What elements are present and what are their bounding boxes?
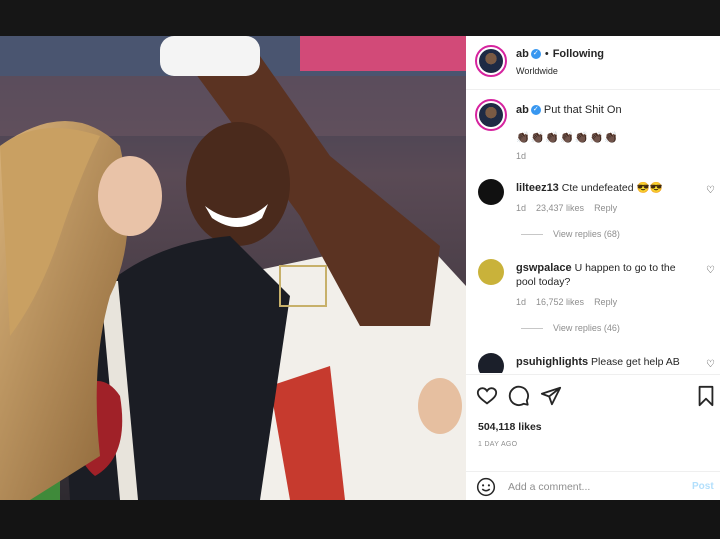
add-comment-input[interactable] (508, 478, 678, 496)
view-replies-label: View replies (68) (553, 229, 620, 239)
verified-icon: ✓ (530, 105, 541, 116)
likes-count[interactable]: 504,118 likes (478, 421, 542, 433)
post-location[interactable]: Worldwide (516, 66, 558, 76)
caption-emoji: 👏🏿👏🏿👏🏿👏🏿👏🏿👏🏿👏🏿 (516, 132, 619, 144)
comment-icon[interactable] (508, 385, 530, 412)
comment-username[interactable]: gswpalace (516, 262, 572, 274)
reply-button[interactable]: Reply (594, 203, 617, 213)
add-comment-row: Post (466, 471, 720, 501)
top-dark-band (0, 0, 720, 36)
comment-body: psuhighlights Please get help AB (516, 355, 696, 369)
bookmark-icon[interactable] (696, 385, 716, 412)
comments-list[interactable]: ab ✓ Put that Shit On 👏🏿👏🏿👏🏿👏🏿👏🏿👏🏿👏🏿 1d l… (466, 91, 720, 373)
caption-text-line: ab ✓ Put that Shit On (516, 104, 622, 116)
comment-body: lilteez13 Cte undefeated 😎😎 (516, 181, 696, 195)
post-photo[interactable] (0, 36, 466, 500)
post-photo-image (0, 36, 466, 500)
replies-line (521, 234, 543, 236)
view-replies-button[interactable]: View replies (46) (521, 323, 620, 333)
caption-text: Put that Shit On (543, 104, 622, 116)
verified-icon: ✓ (530, 49, 541, 60)
caption-age: 1d (516, 151, 527, 161)
caption-author-avatar[interactable] (475, 99, 507, 131)
following-button[interactable]: Following (553, 48, 604, 60)
replies-line (521, 328, 543, 330)
comment-meta: 1d 23,437 likes Reply (516, 203, 627, 213)
emoji-icon[interactable] (476, 477, 496, 502)
header-author-line: ab ✓ • Following (516, 48, 604, 60)
separator-dot: • (544, 48, 549, 60)
comment-text: Cte undefeated 😎😎 (561, 182, 663, 194)
comment-age: 1d (516, 203, 527, 213)
comment-text: Please get help AB (591, 356, 680, 368)
bottom-dark-band (0, 500, 720, 539)
comment-like-heart-icon[interactable]: ♡ (706, 185, 715, 196)
comment-body: gswpalace U happen to go to the pool tod… (516, 261, 696, 289)
comment-username[interactable]: psuhighlights (516, 356, 588, 368)
author-avatar[interactable] (475, 45, 507, 77)
post-comment-button[interactable]: Post (692, 481, 714, 492)
post-actions: 504,118 likes 1 DAY AGO Post (466, 374, 720, 500)
view-replies-label: View replies (46) (553, 323, 620, 333)
comment-avatar[interactable] (478, 179, 504, 205)
post-side-panel: ab ✓ • Following Worldwide ab ✓ Put that Shi… (466, 36, 720, 500)
reply-button[interactable]: Reply (594, 297, 617, 307)
comment-like-heart-icon[interactable]: ♡ (706, 265, 715, 276)
share-icon[interactable] (540, 385, 562, 412)
comment-meta: 1d 16,752 likes Reply (516, 297, 627, 307)
post-header: ab ✓ • Following Worldwide (466, 36, 720, 90)
caption-username[interactable]: ab (516, 104, 529, 116)
post-date: 1 DAY AGO (478, 441, 518, 448)
view-replies-button[interactable]: View replies (68) (521, 229, 620, 239)
author-username[interactable]: ab (516, 48, 529, 60)
comment-username[interactable]: lilteez13 (516, 182, 559, 194)
comment-like-heart-icon[interactable]: ♡ (706, 359, 715, 370)
comment-avatar[interactable] (478, 259, 504, 285)
comment-avatar[interactable] (478, 353, 504, 373)
comment-likes[interactable]: 16,752 likes (536, 297, 584, 307)
heart-icon[interactable] (476, 385, 498, 412)
comment-likes[interactable]: 23,437 likes (536, 203, 584, 213)
comment-age: 1d (516, 297, 527, 307)
